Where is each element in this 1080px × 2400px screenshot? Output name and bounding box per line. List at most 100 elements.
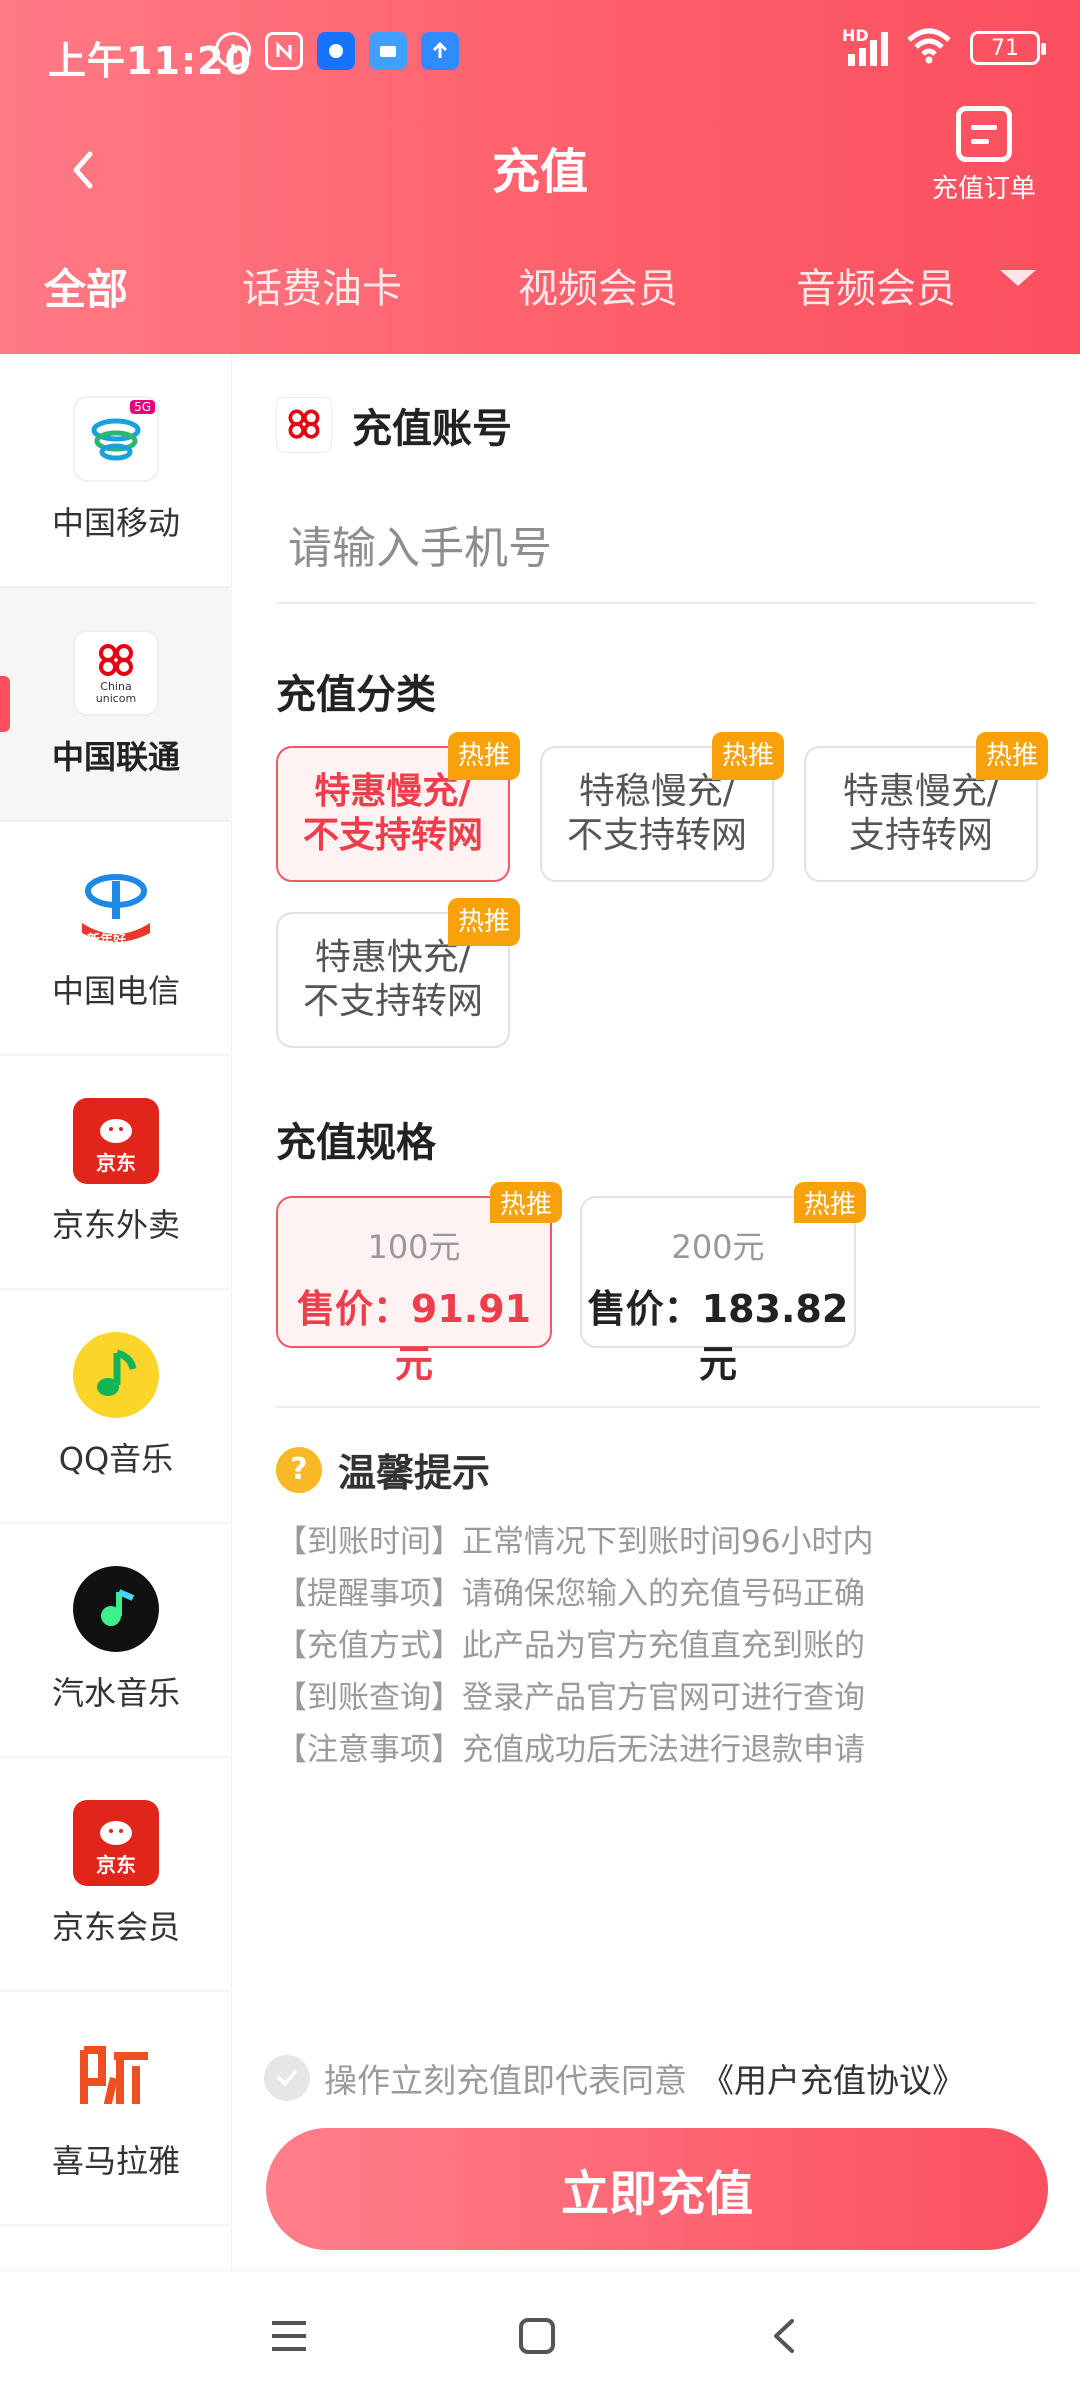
china-unicom-icon: China unicom — [73, 630, 159, 716]
sidebar-item-qishui-music[interactable]: 汽水音乐 — [0, 1524, 232, 1758]
wallet-notification-icon — [369, 32, 407, 70]
app-notification-icon — [317, 32, 355, 70]
sidebar-item-label: 中国移动 — [51, 504, 180, 542]
sidebar-item-ximalaya[interactable]: 喜马拉雅 — [0, 1992, 232, 2226]
battery-icon: 71 — [970, 31, 1046, 65]
menu-icon[interactable] — [266, 2313, 312, 2359]
category-option-discount-fast-no-transfer[interactable]: 特惠快充/不支持转网 热推 — [276, 898, 520, 1048]
tip-item: 【到账时间】正常情况下到账时间96小时内 — [276, 1524, 874, 1560]
sidebar-item-label: 京东会员 — [51, 1908, 180, 1946]
tabs-expand-icon[interactable] — [1000, 270, 1036, 286]
account-section-title: 充值账号 — [276, 396, 512, 454]
agreement-checkbox[interactable] — [264, 2055, 310, 2101]
sidebar-item-label: QQ音乐 — [58, 1440, 174, 1478]
tips-label: 温馨提示 — [338, 1451, 491, 1495]
category-option-label: 特惠慢充/支持转网 — [842, 771, 1000, 856]
system-back-icon[interactable] — [762, 2313, 808, 2359]
spec-option-200[interactable]: 200元 售价：183.82元 热推 — [580, 1182, 866, 1386]
hot-badge: 热推 — [793, 1182, 866, 1223]
jd-logo-text: 京东 — [96, 1151, 136, 1175]
tips-list: 【到账时间】正常情况下到账时间96小时内 【提醒事项】请确保您输入的充值号码正确… — [276, 1516, 1056, 1776]
category-option-label: 特惠快充/不支持转网 — [302, 937, 483, 1022]
status-bar: 上午11:20 HD 71 — [0, 0, 1080, 110]
agreement-text: 操作立刻充值即代表同意 — [324, 2061, 687, 2100]
sidebar-item-china-telecom[interactable]: 新年好 中国电信 — [0, 822, 232, 1056]
unicom-logo-text: China unicom — [95, 680, 137, 705]
recharge-now-button[interactable]: 立即充值 — [266, 2128, 1048, 2250]
category-option-label: 特稳慢充/不支持转网 — [566, 771, 747, 856]
qq-music-icon — [73, 1332, 159, 1418]
hot-badge: 热推 — [447, 732, 520, 780]
recharge-orders-label: 充值订单 — [931, 174, 1036, 204]
china-mobile-icon: 5G — [73, 396, 159, 482]
category-option-discount-slow-transfer[interactable]: 特惠慢充/支持转网 热推 — [804, 732, 1048, 882]
question-icon: ? — [276, 1446, 322, 1493]
app-header: 上午11:20 HD 71 充值 充值订单 全部 话费油卡 视频会员 音频会员 — [0, 0, 1080, 354]
sidebar-item-china-mobile[interactable]: 5G 中国移动 — [0, 354, 232, 588]
home-icon[interactable] — [514, 2313, 560, 2359]
tab-all[interactable]: 全部 — [44, 256, 128, 317]
sidebar-item-china-unicom[interactable]: China unicom 中国联通 — [0, 588, 232, 822]
tab-video-vip[interactable]: 视频会员 — [518, 256, 678, 314]
hot-badge: 热推 — [447, 898, 520, 946]
order-list-icon — [956, 106, 1012, 162]
section-divider — [276, 1406, 1040, 1408]
recharge-orders-button[interactable]: 充值订单 — [924, 106, 1044, 205]
signal-icon: HD — [842, 26, 888, 66]
system-navigation-bar — [0, 2270, 1080, 2400]
phone-number-input[interactable] — [276, 494, 1036, 604]
tip-item: 【到账查询】登录产品官方官网可进行查询 — [276, 1680, 865, 1716]
china-telecom-icon: 新年好 — [73, 864, 159, 950]
spec-price: 售价：183.82元 — [587, 1287, 849, 1386]
sidebar-item-label: 汽水音乐 — [51, 1674, 180, 1712]
sidebar-item-label: 京东外卖 — [51, 1206, 180, 1244]
sidebar-item-label: 中国电信 — [51, 972, 180, 1010]
ximalaya-icon — [73, 2034, 159, 2120]
tip-item: 【注意事项】充值成功后无法进行退款申请 — [276, 1732, 865, 1768]
main-content: 充值账号 充值分类 特惠慢充/不支持转网 热推 特稳慢充/不支持转网 热推 特惠… — [232, 354, 1080, 2004]
sidebar-item-qq-music[interactable]: QQ音乐 — [0, 1290, 232, 1524]
hd-label: HD — [842, 26, 869, 45]
status-notification-icons — [215, 32, 459, 70]
sidebar-item-jd-takeaway[interactable]: 京东 京东外卖 — [0, 1056, 232, 1290]
jd-icon: 京东 — [73, 1800, 159, 1886]
provider-sidebar: 5G 中国移动 China unicom 中国联通 新年好 中国电信 京东 京东… — [0, 354, 232, 2274]
tip-item: 【提醒事项】请确保您输入的充值号码正确 — [276, 1576, 865, 1612]
category-option-discount-slow-no-transfer[interactable]: 特惠慢充/不支持转网 热推 — [276, 732, 520, 882]
spec-section-title: 充值规格 — [276, 1120, 436, 1166]
page-title: 充值 — [491, 144, 588, 200]
hot-badge: 热推 — [975, 732, 1048, 780]
upload-notification-icon — [421, 32, 459, 70]
jd-logo-text: 京东 — [96, 1853, 136, 1877]
tip-item: 【充值方式】此产品为官方充值直充到账的 — [276, 1628, 865, 1664]
spec-price: 售价：91.91元 — [296, 1287, 532, 1386]
category-option-label: 特惠慢充/不支持转网 — [302, 771, 483, 856]
tab-audio-vip[interactable]: 音频会员 — [796, 256, 956, 314]
agreement-row: 操作立刻充值即代表同意 《用户充值协议》 — [264, 2054, 965, 2102]
sidebar-item-jd-vip[interactable]: 京东 京东会员 — [0, 1758, 232, 1992]
5g-badge: 5G — [130, 400, 155, 414]
user-agreement-link[interactable]: 《用户充值协议》 — [701, 2054, 965, 2102]
tips-title: ? 温馨提示 — [276, 1442, 490, 1497]
battery-level: 71 — [991, 35, 1019, 61]
qishui-music-icon — [73, 1566, 159, 1652]
status-system-icons: HD 71 — [842, 26, 1046, 68]
hot-badge: 热推 — [711, 732, 784, 780]
spec-face-value: 100元 — [367, 1228, 461, 1266]
nfc-icon — [265, 32, 303, 70]
nav-row: 充值 充值订单 — [0, 106, 1080, 250]
wifi-icon — [906, 28, 952, 68]
spec-face-value: 200元 — [671, 1228, 765, 1266]
hot-badge: 热推 — [489, 1182, 562, 1223]
alarm-icon — [215, 32, 251, 68]
jd-icon: 京东 — [73, 1098, 159, 1184]
sidebar-item-label: 中国联通 — [51, 738, 180, 776]
category-section-title: 充值分类 — [276, 672, 436, 718]
tab-phone-fuel[interactable]: 话费油卡 — [242, 256, 402, 314]
category-tabs: 全部 话费油卡 视频会员 音频会员 — [0, 250, 1080, 354]
china-unicom-icon — [276, 397, 332, 453]
account-label: 充值账号 — [352, 406, 512, 452]
category-option-stable-slow-no-transfer[interactable]: 特稳慢充/不支持转网 热推 — [540, 732, 784, 882]
sidebar-item-label: 喜马拉雅 — [51, 2142, 180, 2180]
spec-option-100[interactable]: 100元 售价：91.91元 热推 — [276, 1182, 562, 1386]
